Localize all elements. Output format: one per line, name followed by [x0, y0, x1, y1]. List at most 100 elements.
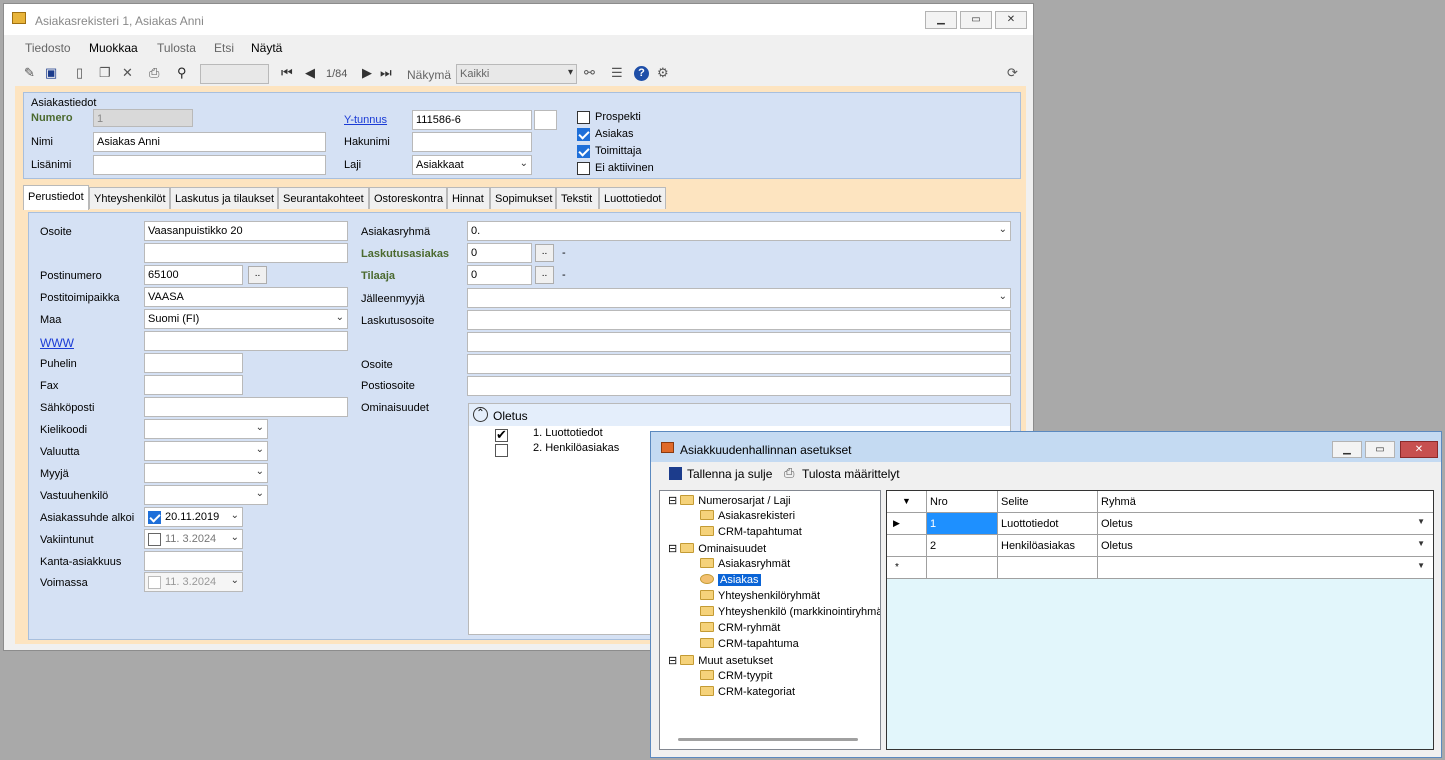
- horizontal-scrollbar[interactable]: [678, 738, 858, 741]
- www-field[interactable]: [144, 331, 348, 351]
- maximize-button[interactable]: ▭: [1365, 441, 1395, 458]
- minimize-button[interactable]: ▁: [1332, 441, 1362, 458]
- ei-aktiivinen-checkbox[interactable]: [577, 162, 590, 175]
- row2-selite[interactable]: Henkilöasiakas: [998, 535, 1098, 557]
- postinumero-browse-button[interactable]: ..: [248, 266, 267, 284]
- copy-icon[interactable]: ❐: [99, 65, 111, 81]
- header-ryhma[interactable]: Ryhmä: [1098, 491, 1433, 513]
- asiakasryhma-select[interactable]: 0. ⌄: [467, 221, 1011, 241]
- ytunnus-link[interactable]: Y-tunnus: [344, 114, 387, 126]
- new-icon[interactable]: ▯: [76, 65, 83, 81]
- tab-tekstit[interactable]: Tekstit: [556, 187, 599, 209]
- first-record-icon[interactable]: ⏮: [281, 65, 293, 81]
- tab-sopimukset[interactable]: Sopimukset: [490, 187, 556, 209]
- laji-select[interactable]: Asiakkaat ⌄: [412, 155, 532, 175]
- prop2-checkbox[interactable]: [495, 444, 508, 457]
- menu-nayta[interactable]: Näytä: [251, 41, 282, 55]
- voimassa-checkbox[interactable]: [148, 576, 161, 589]
- print-icon[interactable]: ⎙: [149, 65, 159, 81]
- vakiintunut-checkbox[interactable]: [148, 533, 161, 546]
- tilaaja-browse-button[interactable]: ..: [535, 266, 554, 284]
- tree-crm-kategoriat[interactable]: CRM-kategoriat: [700, 686, 795, 698]
- settings-icon[interactable]: ⚙: [657, 65, 669, 81]
- prev-record-icon[interactable]: ◀: [305, 65, 315, 81]
- tree-muut-asetukset[interactable]: ⊟ Muut asetukset: [668, 654, 773, 667]
- myyja-select[interactable]: ⌄: [144, 463, 268, 483]
- tab-laskutus[interactable]: Laskutus ja tilaukset: [170, 187, 278, 209]
- filter-icon[interactable]: ▼: [887, 491, 927, 513]
- toimittaja-checkbox[interactable]: [577, 145, 590, 158]
- menu-muokkaa[interactable]: Muokkaa: [89, 41, 138, 55]
- maximize-button[interactable]: ▭: [960, 11, 992, 29]
- lisanimi-field[interactable]: [93, 155, 326, 175]
- close-button[interactable]: ✕: [995, 11, 1027, 29]
- laskutusosoite-field[interactable]: [467, 310, 1011, 330]
- kanta-field[interactable]: [144, 551, 243, 571]
- tree-asiakas[interactable]: Asiakas: [700, 574, 761, 586]
- minimize-button[interactable]: ▁: [925, 11, 957, 29]
- new-row-selite[interactable]: [998, 557, 1098, 579]
- search-input[interactable]: [200, 64, 269, 84]
- kielikoodi-select[interactable]: ⌄: [144, 419, 268, 439]
- tree-asiakasryhmat[interactable]: Asiakasryhmät: [700, 558, 790, 570]
- new-row-ryhma[interactable]: ▼: [1098, 557, 1433, 579]
- tab-hinnat[interactable]: Hinnat: [447, 187, 490, 209]
- tab-ostoreskontra[interactable]: Ostoreskontra: [369, 187, 447, 209]
- asiakassuhde-checkbox[interactable]: [148, 511, 161, 524]
- postiosoite-field[interactable]: [467, 376, 1011, 396]
- view-select[interactable]: Kaikki ▾: [456, 64, 577, 84]
- tab-seurantakohteet[interactable]: Seurantakohteet: [278, 187, 369, 209]
- jalleenmyyja-select[interactable]: ⌄: [467, 288, 1011, 308]
- valuutta-select[interactable]: ⌄: [144, 441, 268, 461]
- tree-asiakasrekisteri[interactable]: Asiakasrekisteri: [700, 510, 795, 522]
- collapse-icon[interactable]: ⌃: [473, 407, 488, 422]
- link-icon[interactable]: ⚯: [584, 65, 595, 81]
- tab-perustiedot[interactable]: Perustiedot: [23, 185, 89, 210]
- save-icon[interactable]: ▣: [45, 65, 57, 81]
- tab-luottotiedot[interactable]: Luottotiedot: [599, 187, 666, 209]
- tree-ominaisuudet[interactable]: ⊟ Ominaisuudet: [668, 542, 766, 555]
- save-close-button[interactable]: Tallenna ja sulje: [687, 467, 772, 481]
- last-record-icon[interactable]: ⏭: [380, 65, 392, 81]
- postitoimipaikka-field[interactable]: VAASA: [144, 287, 348, 307]
- tree-yhteyshenkilo-markkinointi[interactable]: Yhteyshenkilö (markkinointiryhmät: [700, 606, 880, 618]
- row1-nro[interactable]: 1: [927, 513, 998, 535]
- tree-crm-ryhmat[interactable]: CRM-ryhmät: [700, 622, 780, 634]
- dropdown-icon[interactable]: ▼: [1417, 561, 1425, 570]
- vakiintunut-date[interactable]: 11. 3.2024 ⌄: [144, 529, 243, 549]
- next-record-icon[interactable]: ▶: [362, 65, 372, 81]
- tree-numerosarjat[interactable]: ⊟ Numerosarjat / Laji: [668, 494, 791, 507]
- tilaaja-field[interactable]: 0: [467, 265, 532, 285]
- list-icon[interactable]: ☰: [611, 65, 623, 81]
- ytunnus-field[interactable]: 111586-6: [412, 110, 532, 130]
- maa-select[interactable]: Suomi (FI) ⌄: [144, 309, 348, 329]
- fax-field[interactable]: [144, 375, 243, 395]
- dropdown-icon[interactable]: ▼: [1417, 517, 1425, 526]
- asiakas-checkbox[interactable]: [577, 128, 590, 141]
- voimassa-date[interactable]: 11. 3.2024 ⌄: [144, 572, 243, 592]
- sahkoposti-field[interactable]: [144, 397, 348, 417]
- tree-crm-tapahtumat[interactable]: CRM-tapahtumat: [700, 526, 802, 538]
- row2-nro[interactable]: 2: [927, 535, 998, 557]
- print-settings-button[interactable]: Tulosta määrittelyt: [802, 467, 900, 481]
- edit-icon[interactable]: ✎: [24, 65, 35, 81]
- postinumero-field[interactable]: 65100: [144, 265, 243, 285]
- new-row-nro[interactable]: [927, 557, 998, 579]
- osoite-right-field[interactable]: [467, 354, 1011, 374]
- tab-yhteyshenkilot[interactable]: Yhteyshenkilöt: [89, 187, 170, 209]
- vastuuhenkilo-select[interactable]: ⌄: [144, 485, 268, 505]
- close-button[interactable]: ✕: [1400, 441, 1438, 458]
- nimi-field[interactable]: Asiakas Anni: [93, 132, 326, 152]
- row1-ryhma[interactable]: Oletus ▼: [1098, 513, 1433, 535]
- laskutusasiakas-browse-button[interactable]: ..: [535, 244, 554, 262]
- puhelin-field[interactable]: [144, 353, 243, 373]
- hakunimi-field[interactable]: [412, 132, 532, 152]
- asiakassuhde-date[interactable]: 20.11.2019 ⌄: [144, 507, 243, 527]
- help-icon[interactable]: ?: [634, 66, 649, 81]
- menu-tiedosto[interactable]: Tiedosto: [25, 41, 71, 55]
- www-link[interactable]: WWW: [40, 336, 74, 350]
- delete-icon[interactable]: ✕: [122, 65, 133, 81]
- prospekti-checkbox[interactable]: [577, 111, 590, 124]
- laskutusasiakas-field[interactable]: 0: [467, 243, 532, 263]
- prop1-checkbox[interactable]: ✔: [495, 427, 508, 442]
